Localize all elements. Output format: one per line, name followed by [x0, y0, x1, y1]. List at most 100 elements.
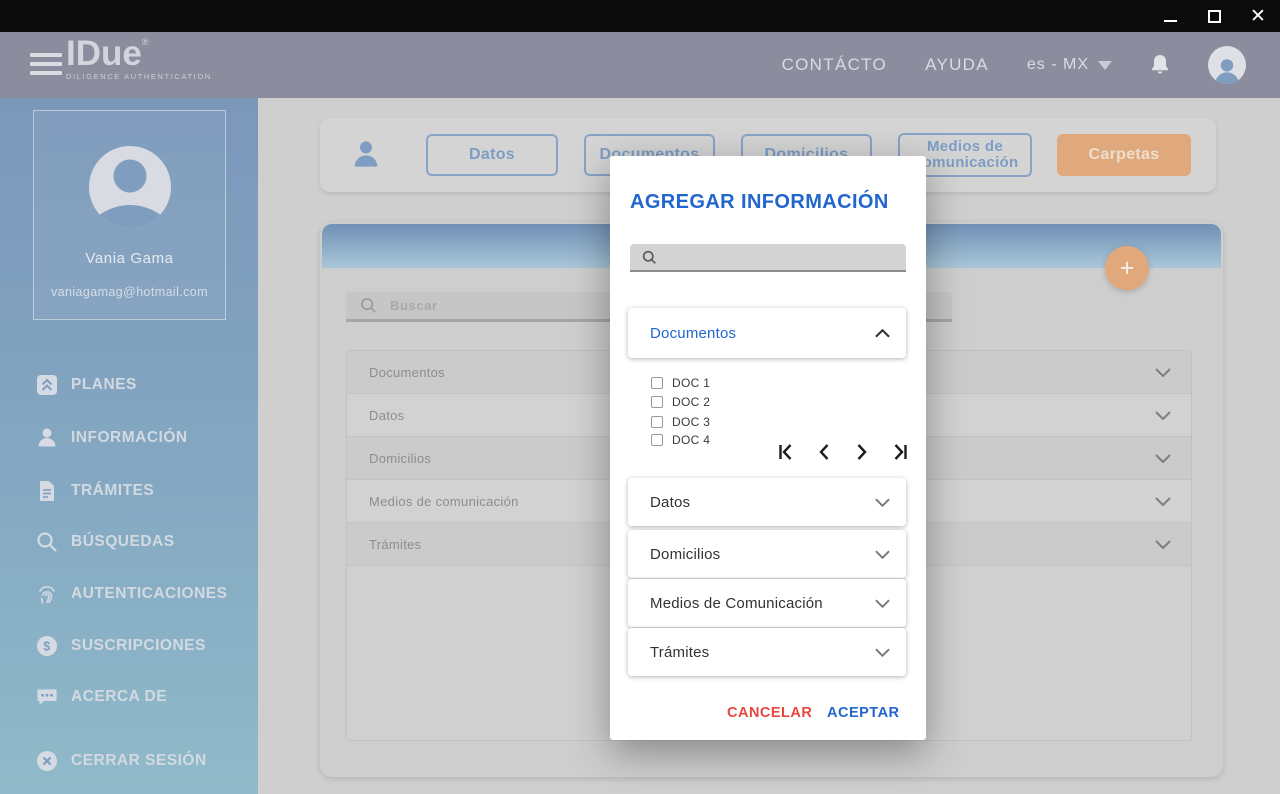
search-icon — [360, 297, 377, 314]
doc1-checkbox[interactable] — [651, 377, 663, 389]
contact-link[interactable]: CONTÁCTO — [782, 55, 887, 75]
minimize-icon — [1164, 20, 1177, 22]
sidebar-item-informacion[interactable]: INFORMACIÓN — [36, 426, 188, 450]
document-icon — [36, 480, 58, 502]
notifications-bell-icon[interactable] — [1150, 54, 1170, 76]
search-icon — [36, 531, 58, 553]
person-icon — [1212, 58, 1242, 84]
accordion-label: Documentos — [650, 325, 736, 342]
chevron-down-icon[interactable] — [1155, 497, 1171, 506]
chevron-down-icon[interactable] — [1155, 454, 1171, 463]
titlebar: ✕ — [0, 0, 1280, 32]
chevron-down-icon — [875, 599, 890, 608]
row-label: Medios de comunicación — [369, 494, 519, 509]
chevron-down-icon — [875, 550, 890, 559]
doc3-checkbox[interactable] — [651, 416, 663, 428]
sidebar-item-label: CERRAR SESIÓN — [71, 752, 207, 770]
language-selector[interactable]: es - MX — [1027, 56, 1112, 74]
pagination — [778, 444, 908, 460]
close-button[interactable]: ✕ — [1236, 0, 1280, 32]
accordion-label: Medios de Comunicación — [650, 595, 823, 612]
user-avatar[interactable] — [1208, 46, 1246, 84]
profile-card: Vania Gama vaniagamag@hotmail.com — [33, 110, 226, 320]
accordion-label: Domicilios — [650, 546, 720, 563]
search-placeholder: Buscar — [390, 298, 438, 313]
hamburger-menu-icon[interactable] — [30, 49, 62, 79]
accordion-datos[interactable]: Datos — [628, 478, 906, 526]
checkbox-label: DOC 3 — [672, 415, 710, 429]
plans-icon — [36, 374, 58, 396]
sidebar-item-label: AUTENTICACIONES — [71, 585, 227, 603]
chevron-up-icon — [875, 329, 890, 338]
chat-icon — [36, 686, 58, 708]
checkbox-row-doc2: DOC 2 — [651, 395, 710, 409]
profile-name: Vania Gama — [34, 250, 225, 267]
dialog-search-field[interactable] — [630, 244, 906, 272]
caret-down-icon — [1098, 61, 1112, 70]
next-page-button[interactable] — [856, 444, 868, 460]
registered-mark: ® — [142, 37, 149, 47]
dollar-icon: $ — [36, 635, 58, 657]
sidebar: Vania Gama vaniagamag@hotmail.com PLANES… — [0, 98, 258, 794]
logo-subtitle: DILIGENCE AUTHENTICATION — [66, 72, 212, 81]
sidebar-item-label: SUSCRIPCIONES — [71, 637, 206, 655]
sidebar-item-planes[interactable]: PLANES — [36, 373, 137, 397]
checkbox-row-doc1: DOC 1 — [651, 376, 710, 390]
sidebar-item-label: ACERCA DE — [71, 688, 167, 706]
accordion-documentos[interactable]: Documentos — [628, 308, 906, 358]
accordion-domicilios[interactable]: Domicilios — [628, 530, 906, 578]
accordion-medios[interactable]: Medios de Comunicación — [628, 579, 906, 627]
add-button[interactable]: + — [1105, 246, 1149, 290]
help-link[interactable]: AYUDA — [925, 55, 989, 75]
chevron-down-icon[interactable] — [1155, 368, 1171, 377]
doc4-checkbox[interactable] — [651, 434, 663, 446]
sidebar-item-label: TRÁMITES — [71, 482, 154, 500]
person-icon — [350, 138, 382, 175]
row-label: Domicilios — [369, 451, 431, 466]
sidebar-item-label: BÚSQUEDAS — [71, 533, 175, 551]
cancel-button[interactable]: CANCELAR — [727, 705, 812, 721]
close-icon: ✕ — [1250, 7, 1266, 26]
sidebar-item-busquedas[interactable]: BÚSQUEDAS — [36, 530, 175, 554]
accordion-label: Trámites — [650, 644, 709, 661]
sidebar-item-label: INFORMACIÓN — [71, 429, 188, 447]
agregar-informacion-dialog: AGREGAR INFORMACIÓN Documentos DOC 1 DOC… — [610, 156, 926, 740]
profile-avatar — [34, 145, 225, 234]
row-label: Trámites — [369, 537, 421, 552]
checkbox-label: DOC 4 — [672, 433, 710, 447]
chevron-down-icon — [875, 498, 890, 507]
doc2-checkbox[interactable] — [651, 396, 663, 408]
app-logo: IDue® DILIGENCE AUTHENTICATION — [66, 36, 212, 81]
minimize-button[interactable] — [1148, 0, 1192, 32]
chevron-down-icon[interactable] — [1155, 411, 1171, 420]
accordion-tramites[interactable]: Trámites — [628, 628, 906, 676]
sidebar-item-cerrar-sesion[interactable]: CERRAR SESIÓN — [36, 749, 207, 773]
maximize-button[interactable] — [1192, 0, 1236, 32]
app-header: IDue® DILIGENCE AUTHENTICATION CONTÁCTO … — [0, 32, 1280, 98]
search-icon — [642, 250, 657, 265]
sidebar-item-label: PLANES — [71, 376, 137, 394]
accordion-label: Datos — [650, 494, 690, 511]
sidebar-item-autenticaciones[interactable]: AUTENTICACIONES — [36, 582, 227, 606]
accept-button[interactable]: ACEPTAR — [827, 705, 900, 721]
person-icon — [36, 427, 58, 449]
tab-carpetas[interactable]: Carpetas — [1057, 134, 1191, 176]
logout-icon — [36, 750, 58, 772]
row-label: Datos — [369, 408, 404, 423]
maximize-icon — [1208, 10, 1221, 23]
sidebar-item-tramites[interactable]: TRÁMITES — [36, 479, 154, 503]
sidebar-item-acerca-de[interactable]: ACERCA DE — [36, 685, 167, 709]
svg-text:$: $ — [43, 640, 50, 654]
sidebar-item-suscripciones[interactable]: $ SUSCRIPCIONES — [36, 634, 206, 658]
tab-datos[interactable]: Datos — [426, 134, 558, 176]
first-page-button[interactable] — [778, 444, 793, 460]
previous-page-button[interactable] — [818, 444, 830, 460]
checkbox-row-doc4: DOC 4 — [651, 433, 710, 447]
profile-email: vaniagamag@hotmail.com — [34, 285, 225, 299]
checkbox-row-doc3: DOC 3 — [651, 415, 710, 429]
last-page-button[interactable] — [893, 444, 908, 460]
chevron-down-icon[interactable] — [1155, 540, 1171, 549]
language-label: es - MX — [1027, 56, 1089, 74]
chevron-down-icon — [875, 648, 890, 657]
dialog-search-input[interactable] — [667, 245, 897, 269]
